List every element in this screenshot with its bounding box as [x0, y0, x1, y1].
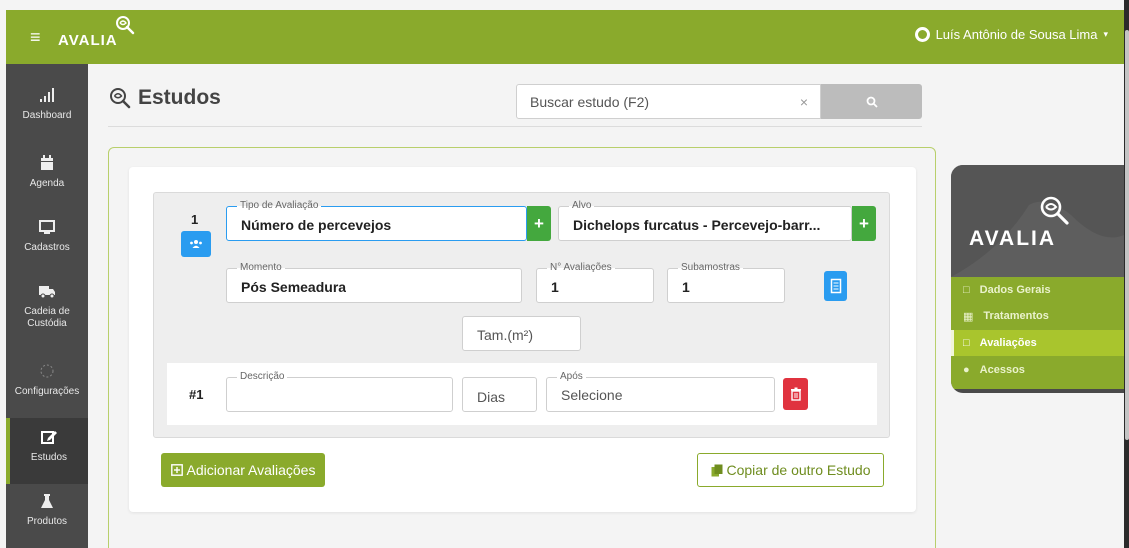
user-avatar-icon [914, 27, 930, 42]
section-nav-acessos[interactable]: ● Acessos [951, 357, 1124, 383]
section-nav-label: Acessos [979, 364, 1025, 376]
momento-label: Momento [237, 262, 285, 274]
table-icon: ▦ [963, 310, 974, 323]
copy-from-study-button[interactable]: Copiar de outro Estudo [697, 453, 884, 487]
brand-logo[interactable]: AVALIA [58, 10, 138, 64]
alvo-value: Dichelops furcatus - Percevejo-barr... [573, 217, 821, 233]
caret-down-icon: ▾ [1103, 29, 1108, 39]
gear-icon [40, 364, 54, 378]
n-avaliacoes-value: 1 [551, 279, 559, 295]
subamostras-field[interactable]: Subamostras 1 [667, 262, 785, 303]
add-tipo-avaliacao-button[interactable]: + [527, 206, 551, 241]
users-icon: ● [963, 364, 970, 376]
section-nav-header: AVALIA [951, 165, 1124, 277]
subamostras-value: 1 [682, 279, 690, 295]
search-button[interactable] [821, 84, 922, 119]
section-nav-label: Dados Gerais [979, 284, 1051, 296]
descricao-field[interactable]: Descrição [226, 371, 453, 412]
sidebar-item-label: Configurações [14, 386, 80, 397]
tamanho-field[interactable]: Tam.(m²) [462, 316, 581, 351]
section-nav-brand: AVALIA [969, 227, 1057, 250]
sidebar-item-dashboard[interactable]: Dashboard [6, 86, 88, 152]
sidebar: Dashboard Agenda Cadastros Cadeia de Cus… [6, 64, 88, 548]
tipo-avaliacao-label: Tipo de Avaliação [237, 200, 322, 212]
search-icon [866, 96, 878, 108]
sidebar-item-label: Estudos [30, 452, 68, 463]
users-icon [190, 240, 202, 248]
tipo-avaliacao-value: Número de percevejos [241, 217, 392, 233]
file-icon: □ [963, 284, 970, 296]
section-nav-dados-gerais[interactable]: □ Dados Gerais [951, 277, 1124, 303]
sidebar-item-estudos[interactable]: Estudos [6, 418, 88, 484]
sidebar-item-produtos[interactable]: Produtos [6, 492, 88, 548]
search-input[interactable] [517, 85, 787, 118]
study-section-nav: AVALIA □ Dados Gerais ▦ Tratamentos □ Av… [951, 165, 1124, 393]
n-avaliacoes-label: N° Avaliações [547, 262, 615, 274]
user-menu[interactable]: Luís Antônio de Sousa Lima ▾ [914, 27, 1108, 42]
sidebar-item-cadastros[interactable]: Cadastros [6, 218, 88, 284]
hamburger-menu-icon[interactable]: ≡ [30, 28, 41, 46]
search-leaf-icon [1040, 196, 1069, 225]
tamanho-placeholder: Tam.(m²) [477, 327, 533, 343]
section-nav-label: Tratamentos [983, 310, 1049, 322]
descricao-label: Descrição [237, 371, 288, 383]
clipboard-icon: □ [963, 337, 970, 349]
document-icon [830, 278, 841, 294]
apos-select[interactable]: Após Selecione [546, 371, 775, 412]
window-scrollbar-thumb[interactable] [1125, 30, 1129, 440]
copy-icon [711, 464, 722, 476]
sidebar-item-label: Agenda [29, 178, 65, 189]
evaluation-number: 1 [191, 212, 199, 227]
subamostras-label: Subamostras [678, 262, 743, 274]
sidebar-item-cadeia-custodia[interactable]: Cadeia de Custódia [6, 282, 88, 348]
monitor-icon [39, 220, 55, 234]
sidebar-item-label: Produtos [26, 516, 68, 527]
sidebar-item-label: Cadastros [24, 242, 70, 253]
alvo-label: Alvo [569, 200, 595, 212]
copy-from-study-label: Copiar de outro Estudo [726, 462, 871, 478]
flask-icon [41, 494, 53, 508]
page-title-text: Estudos [138, 86, 221, 109]
brand-name: AVALIA [58, 32, 118, 49]
section-nav-tratamentos[interactable]: ▦ Tratamentos [951, 303, 1124, 329]
search-leaf-icon [110, 88, 131, 109]
detail-row-index: #1 [189, 387, 204, 402]
apos-label: Após [557, 371, 586, 383]
add-evaluations-button[interactable]: Adicionar Avaliações [161, 453, 325, 487]
bar-chart-icon [40, 88, 54, 102]
calendar-icon [41, 155, 53, 170]
section-nav-menu: □ Dados Gerais ▦ Tratamentos □ Avaliaçõe… [951, 277, 1124, 389]
add-evaluations-label: Adicionar Avaliações [186, 462, 316, 478]
sidebar-item-label: Cadeia de Custódia [24, 306, 70, 329]
plus-square-icon [170, 464, 183, 476]
page-title: Estudos [108, 86, 221, 110]
n-avaliacoes-field[interactable]: N° Avaliações 1 [536, 262, 654, 303]
group-assign-button[interactable] [181, 231, 211, 257]
truck-icon [39, 286, 55, 299]
search-box: × [516, 84, 821, 119]
section-nav-avaliacoes[interactable]: □ Avaliações [951, 330, 1124, 356]
momento-field[interactable]: Momento Pós Semeadura [226, 262, 522, 303]
section-nav-label: Avaliações [979, 337, 1037, 349]
tipo-avaliacao-field[interactable]: Tipo de Avaliação Número de percevejos [226, 200, 527, 241]
top-navbar: ≡ AVALIA Luís Antônio de Sousa Lima ▾ [6, 10, 1124, 64]
apos-value: Selecione [561, 387, 623, 403]
sidebar-item-label: Dashboard [22, 110, 72, 121]
edit-icon [41, 431, 57, 444]
sidebar-item-agenda[interactable]: Agenda [6, 154, 88, 220]
dias-placeholder: Dias [477, 389, 506, 405]
clear-search-icon[interactable]: × [800, 94, 808, 110]
alvo-field[interactable]: Alvo Dichelops furcatus - Percevejo-barr… [558, 200, 852, 241]
user-name: Luís Antônio de Sousa Lima [935, 27, 1098, 42]
details-button[interactable] [824, 271, 847, 301]
trash-icon [790, 387, 801, 401]
title-divider [108, 126, 922, 127]
dias-field[interactable]: Dias [462, 377, 537, 412]
delete-row-button[interactable] [783, 378, 808, 410]
momento-value: Pós Semeadura [241, 279, 347, 295]
add-alvo-button[interactable]: + [852, 206, 876, 241]
